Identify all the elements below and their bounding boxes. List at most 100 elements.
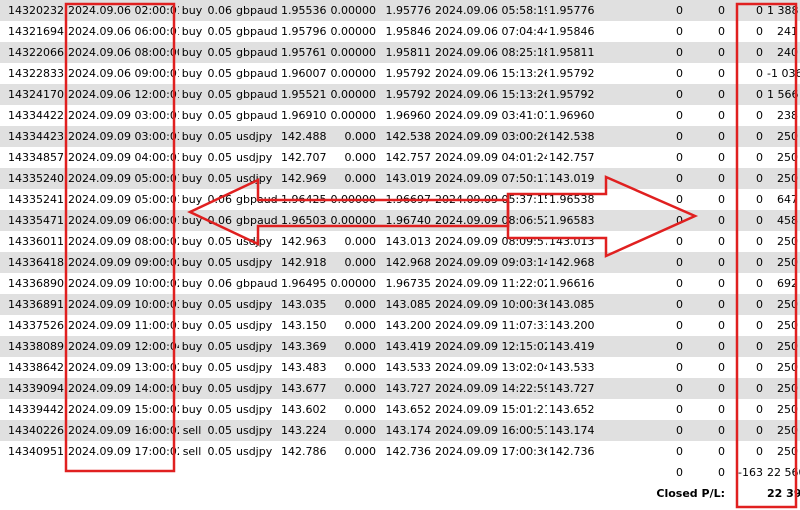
tp-cell: 143.019 — [378, 168, 433, 189]
table-row: 14337526 2024.09.09 11:00:03 buy 0.05 usdjpy… — [0, 315, 800, 336]
symbol-cell: gbpaud — [234, 42, 279, 63]
table-row: 14335241 2024.09.09 05:00:01 buy 0.06 gbpaud… — [0, 189, 800, 210]
table-row: 14340951 2024.09.09 17:00:02 sell 0.05 usdjp… — [0, 441, 800, 462]
tp-cell: 143.419 — [378, 336, 433, 357]
symbol-cell: usdjpy — [236, 319, 273, 332]
open-time-cell: 2024.09.09 06:00:01 — [66, 210, 179, 231]
size-cell: 0.06 — [205, 210, 234, 231]
type-cell: buy — [181, 235, 203, 248]
swap-cell: 0 — [727, 0, 765, 21]
symbol-cell: gbpaud — [236, 67, 278, 80]
table-row: 14336891 2024.09.09 10:00:03 buy 0.05 usdjpy… — [0, 294, 800, 315]
open-time-cell: 2024.09.09 03:00:01 — [68, 109, 179, 122]
close-time-cell: 2024.09.06 15:13:26 — [435, 67, 547, 80]
size-cell: 0.05 — [205, 84, 234, 105]
tp-cell: 1.95846 — [385, 25, 432, 38]
swap-cell: 0 — [756, 277, 763, 290]
taxes-cell: 0 — [718, 235, 725, 248]
ticket-cell: 14339442 — [8, 403, 64, 416]
ticket-cell: 14336891 — [0, 294, 66, 315]
symbol-cell: gbpaud — [236, 193, 278, 206]
ticket-cell: 14338089 — [0, 336, 66, 357]
sl-cell: 0.00000 — [330, 193, 377, 206]
commission-cell: 0 — [611, 168, 685, 189]
type-cell: buy — [179, 294, 205, 315]
size-cell: 0.05 — [205, 168, 234, 189]
type-cell: buy — [179, 252, 205, 273]
profit-cell: 250 — [765, 378, 800, 399]
open-time-cell: 2024.09.09 13:00:02 — [68, 361, 179, 374]
open-price-cell: 143.677 — [279, 378, 327, 399]
close-price-cell: 143.533 — [549, 361, 595, 374]
close-time-cell: 2024.09.09 03:00:26 — [433, 126, 547, 147]
open-time-cell: 2024.09.09 05:00:01 — [68, 193, 179, 206]
open-price-cell: 142.963 — [281, 235, 327, 248]
commission-cell: 0 — [611, 378, 685, 399]
commission-cell: 0 — [611, 294, 685, 315]
tp-cell: 143.533 — [385, 361, 432, 374]
taxes-cell: 0 — [685, 252, 727, 273]
tp-cell: 1.96735 — [385, 277, 432, 290]
symbol-cell: usdjpy — [234, 336, 279, 357]
symbol-cell: usdjpy — [236, 151, 273, 164]
ticket-cell: 14334857 — [8, 151, 64, 164]
open-price-cell: 143.035 — [279, 294, 327, 315]
swap-cell: 0 — [727, 420, 765, 441]
sl-cell: 0.000 — [344, 235, 377, 248]
size-cell: 0.05 — [205, 42, 234, 63]
commission-cell: 0 — [676, 235, 683, 248]
size-cell: 0.06 — [207, 193, 233, 206]
size-cell: 0.05 — [207, 109, 233, 122]
close-price-cell: 143.174 — [547, 420, 611, 441]
open-price-cell: 1.96910 — [281, 109, 327, 122]
open-price-cell: 143.369 — [279, 336, 327, 357]
swap-cell: 0 — [727, 210, 765, 231]
ticket-cell: 14335240 — [0, 168, 66, 189]
tp-cell: 143.727 — [378, 378, 433, 399]
type-cell: buy — [181, 277, 203, 290]
open-time-cell: 2024.09.09 04:00:03 — [68, 151, 179, 164]
close-price-cell: 142.538 — [547, 126, 611, 147]
commission-cell: 0 — [676, 277, 683, 290]
commission-cell: 0 — [611, 42, 685, 63]
table-row: 14335240 2024.09.09 05:00:01 buy 0.05 usdjpy… — [0, 168, 800, 189]
close-price-cell: 143.019 — [547, 168, 611, 189]
tp-cell: 142.538 — [378, 126, 433, 147]
close-time-cell: 2024.09.06 15:13:26 — [433, 84, 547, 105]
open-price-cell: 142.707 — [281, 151, 327, 164]
taxes-cell: 0 — [718, 193, 725, 206]
profit-cell: 250 — [765, 336, 800, 357]
taxes-cell: 0 — [685, 420, 727, 441]
close-price-cell: 1.95811 — [547, 42, 611, 63]
open-time-cell: 2024.09.06 02:00:01 — [66, 0, 179, 21]
profit-cell: 250 — [765, 126, 800, 147]
type-cell: buy — [179, 126, 205, 147]
taxes-cell: 0 — [718, 445, 725, 458]
close-time-cell: 2024.09.09 15:01:21 — [435, 403, 547, 416]
ticket-cell: 14334422 — [8, 109, 64, 122]
size-cell: 0.05 — [205, 294, 234, 315]
ticket-cell: 14321694 — [8, 25, 64, 38]
size-cell: 0.05 — [205, 420, 234, 441]
tp-cell: 1.96960 — [385, 109, 432, 122]
size-cell: 0.05 — [205, 336, 234, 357]
sl-cell: 0.000 — [344, 151, 377, 164]
tp-cell: 143.652 — [385, 403, 432, 416]
type-cell: buy — [179, 378, 205, 399]
totals-row: 0 0 -163 22 560 — [0, 462, 800, 483]
profit-cell: 238 — [777, 109, 798, 122]
table-row: 14336418 2024.09.09 09:00:02 buy 0.05 usdjpy… — [0, 252, 800, 273]
ticket-cell: 14322066 — [0, 42, 66, 63]
profit-cell: 250 — [777, 151, 798, 164]
ticket-cell: 14337526 — [8, 319, 64, 332]
total-profit: 22 560 — [765, 462, 800, 483]
commission-cell: 0 — [676, 151, 683, 164]
commission-cell: 0 — [611, 0, 685, 21]
tp-cell: 1.96697 — [385, 193, 432, 206]
close-price-cell: 1.95792 — [547, 84, 611, 105]
close-price-cell: 143.085 — [547, 294, 611, 315]
commission-cell: 0 — [611, 252, 685, 273]
open-price-cell: 1.96503 — [279, 210, 327, 231]
close-price-cell: 1.95776 — [547, 0, 611, 21]
close-price-cell: 1.96960 — [549, 109, 595, 122]
